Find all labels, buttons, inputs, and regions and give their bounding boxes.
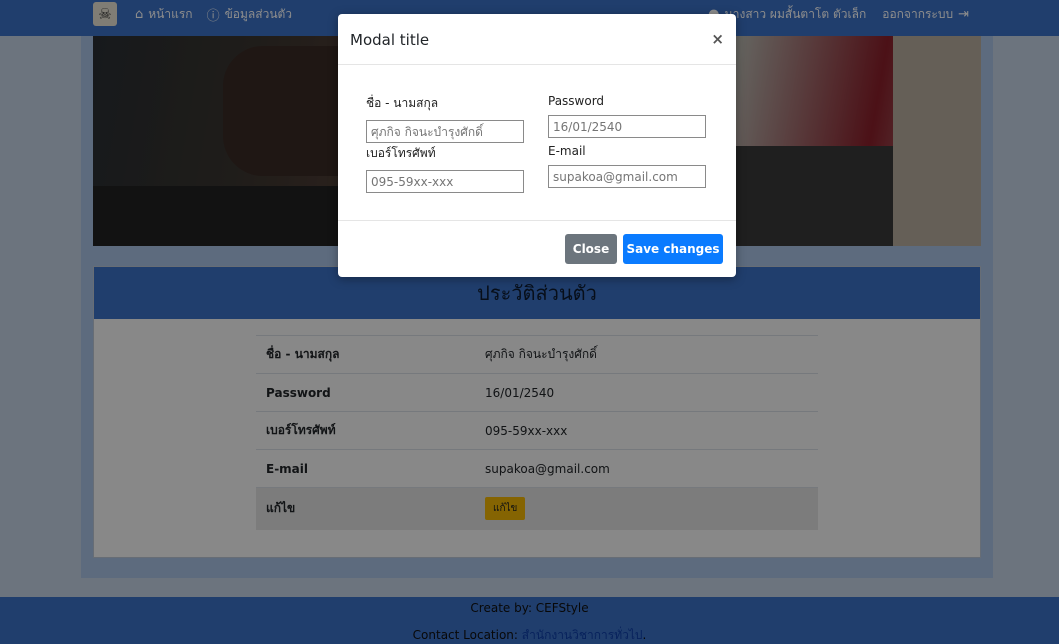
phone-input[interactable] (366, 170, 524, 193)
modal-title: Modal title (350, 31, 430, 49)
save-changes-button[interactable]: Save changes (623, 234, 723, 264)
close-button[interactable]: Close (565, 234, 617, 264)
edit-modal: Modal title × ชื่อ - นามสกุล Password เบ… (338, 14, 736, 277)
password-label: Password (548, 94, 605, 108)
password-field-group: Password (548, 94, 706, 138)
name-field-group: ชื่อ - นามสกุล (366, 94, 524, 143)
modal-footer: Close Save changes (338, 220, 736, 277)
name-input[interactable] (366, 120, 524, 143)
phone-field-group: เบอร์โทรศัพท์ (366, 144, 524, 193)
email-input[interactable] (548, 165, 706, 188)
close-icon[interactable]: × (711, 30, 724, 48)
email-field-group: E-mail (548, 144, 706, 188)
modal-header: Modal title × (338, 14, 736, 65)
name-label: ชื่อ - นามสกุล (366, 96, 439, 110)
password-input[interactable] (548, 115, 706, 138)
phone-label: เบอร์โทรศัพท์ (366, 146, 436, 160)
email-label: E-mail (548, 144, 586, 158)
